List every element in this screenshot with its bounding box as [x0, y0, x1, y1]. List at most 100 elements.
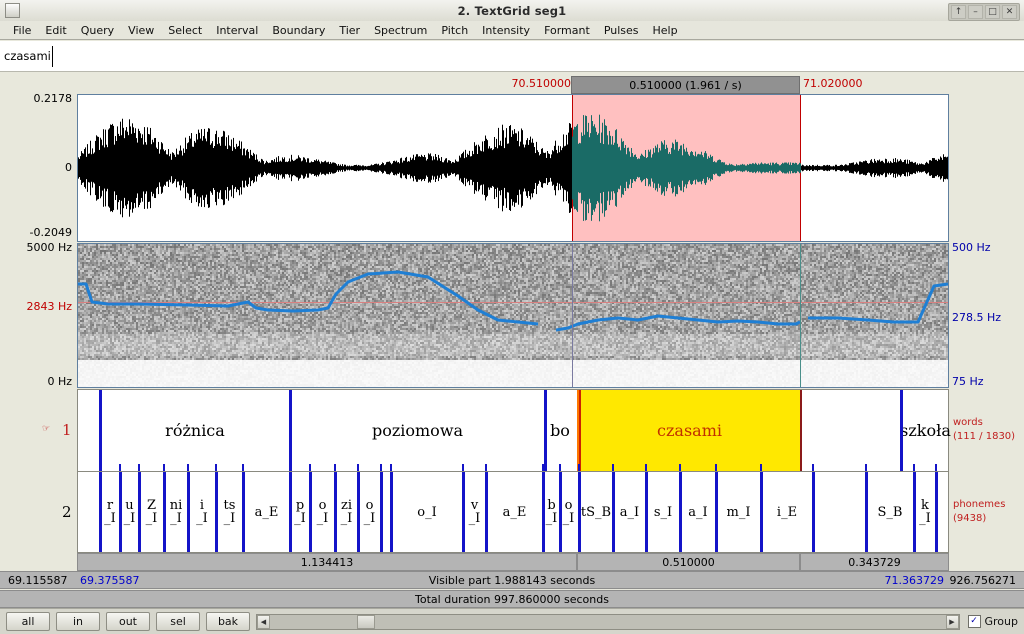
- menu-item-formant[interactable]: Formant: [537, 23, 597, 38]
- zoom-out-button[interactable]: out: [106, 612, 150, 631]
- menu-item-pulses[interactable]: Pulses: [597, 23, 646, 38]
- interval-boundary[interactable]: [119, 472, 122, 552]
- interval-boundary[interactable]: [679, 472, 682, 552]
- interval-boundary[interactable]: [645, 472, 648, 552]
- interval-cell[interactable]: [813, 472, 866, 552]
- interval-cell[interactable]: a_E: [243, 472, 290, 552]
- interval-boundary[interactable]: [542, 472, 545, 552]
- interval-cell[interactable]: m_I: [716, 472, 761, 552]
- tier-phonemes[interactable]: r _I u _I Z _I ni _I i _I ts _I a_E p _I o _I zi _I o _I o_I v…: [77, 471, 949, 553]
- horizontal-scrollbar[interactable]: ◀ ▶: [256, 613, 960, 630]
- rollup-button[interactable]: ↑: [951, 5, 966, 19]
- interval-cell[interactable]: u _I: [120, 472, 139, 552]
- interval-boundary[interactable]: [578, 472, 581, 552]
- tier-number-1[interactable]: 1: [62, 421, 72, 439]
- group-checkbox[interactable]: ✓: [967, 615, 981, 628]
- menu-item-file[interactable]: File: [6, 23, 38, 38]
- interval-boundary[interactable]: [812, 472, 815, 552]
- maximize-button[interactable]: □: [985, 5, 1000, 19]
- menu-item-query[interactable]: Query: [74, 23, 121, 38]
- menu-item-pitch[interactable]: Pitch: [434, 23, 475, 38]
- interval-boundary[interactable]: [800, 390, 802, 471]
- menu-item-help[interactable]: Help: [646, 23, 685, 38]
- close-button[interactable]: ✕: [1002, 5, 1017, 19]
- zoom-back-button[interactable]: bak: [206, 612, 250, 631]
- interval-boundary[interactable]: [485, 472, 488, 552]
- interval-boundary[interactable]: [138, 472, 141, 552]
- zoom-all-button[interactable]: all: [6, 612, 50, 631]
- interval-boundary[interactable]: [715, 472, 718, 552]
- selection-boundary-marker[interactable]: [579, 390, 581, 471]
- menu-item-intensity[interactable]: Intensity: [475, 23, 537, 38]
- menu-item-select[interactable]: Select: [161, 23, 209, 38]
- interval-boundary[interactable]: [900, 390, 903, 471]
- interval-cell[interactable]: i _I: [188, 472, 216, 552]
- interval-boundary[interactable]: [289, 472, 292, 552]
- interval-cell[interactable]: v _I: [463, 472, 486, 552]
- interval-cell[interactable]: o_I: [358, 472, 381, 552]
- menu-item-interval[interactable]: Interval: [209, 23, 265, 38]
- minimize-button[interactable]: –: [968, 5, 983, 19]
- scroll-left-icon[interactable]: ◀: [257, 614, 270, 629]
- spectrogram-panel[interactable]: [77, 243, 949, 388]
- interval-boundary[interactable]: [309, 472, 312, 552]
- interval-cell[interactable]: a_E: [486, 472, 543, 552]
- interval-cell[interactable]: ts _I: [216, 472, 243, 552]
- visible-end-time[interactable]: 71.363729: [885, 574, 945, 587]
- group-toggle[interactable]: ✓ Group: [967, 615, 1018, 628]
- interval-cell[interactable]: a_I: [613, 472, 646, 552]
- interval-cell[interactable]: o_I: [391, 472, 463, 552]
- interval-cell[interactable]: [936, 472, 950, 552]
- interval-boundary[interactable]: [187, 472, 190, 552]
- zoom-selection-button[interactable]: sel: [156, 612, 200, 631]
- interval-cell[interactable]: r _I: [100, 472, 120, 552]
- interval-boundary[interactable]: [559, 472, 562, 552]
- interval-cell[interactable]: S_B: [866, 472, 914, 552]
- waveform-panel[interactable]: [77, 94, 949, 242]
- menu-item-boundary[interactable]: Boundary: [265, 23, 332, 38]
- selection-duration-box[interactable]: 0.510000 (1.961 / s): [571, 76, 800, 94]
- interval-cell[interactable]: b _I: [543, 472, 560, 552]
- interval-boundary[interactable]: [334, 472, 337, 552]
- menu-item-tier[interactable]: Tier: [332, 23, 367, 38]
- interval-cell[interactable]: a_I: [680, 472, 716, 552]
- interval-cell[interactable]: poziomowa: [290, 390, 545, 471]
- tier-words[interactable]: różnica poziomowa bo czasami szkoła: [77, 389, 951, 471]
- interval-boundary[interactable]: [163, 472, 166, 552]
- tier-number-2[interactable]: 2: [62, 503, 72, 521]
- scrollbar-thumb[interactable]: [357, 614, 375, 629]
- interval-boundary[interactable]: [544, 390, 547, 471]
- interval-boundary[interactable]: [99, 390, 102, 471]
- interval-boundary[interactable]: [913, 472, 916, 552]
- interval-cell[interactable]: tS_B: [579, 472, 613, 552]
- interval-cell[interactable]: czasami: [578, 390, 801, 471]
- interval-cell[interactable]: Z _I: [139, 472, 164, 552]
- interval-cell[interactable]: szkoła: [900, 390, 951, 471]
- interval-boundary[interactable]: [760, 472, 763, 552]
- interval-boundary[interactable]: [380, 472, 383, 552]
- interval-cell[interactable]: o_I: [560, 472, 577, 552]
- interval-boundary[interactable]: [242, 472, 245, 552]
- interval-cell[interactable]: ni _I: [164, 472, 188, 552]
- scroll-right-icon[interactable]: ▶: [945, 614, 959, 629]
- interval-cell[interactable]: bo: [545, 390, 575, 471]
- interval-boundary[interactable]: [462, 472, 465, 552]
- interval-boundary[interactable]: [865, 472, 868, 552]
- interval-cell[interactable]: k _I: [914, 472, 936, 552]
- interval-cell[interactable]: i_E: [761, 472, 813, 552]
- interval-cell[interactable]: p _I: [290, 472, 310, 552]
- interval-cell[interactable]: s_I: [646, 472, 680, 552]
- interval-boundary[interactable]: [935, 472, 938, 552]
- interval-boundary[interactable]: [289, 390, 292, 471]
- interval-cell[interactable]: zi _I: [335, 472, 358, 552]
- menu-item-view[interactable]: View: [121, 23, 161, 38]
- interval-cell[interactable]: [801, 390, 901, 471]
- interval-cell[interactable]: [78, 472, 100, 552]
- interval-boundary[interactable]: [215, 472, 218, 552]
- interval-boundary[interactable]: [99, 472, 102, 552]
- zoom-in-button[interactable]: in: [56, 612, 100, 631]
- interval-boundary[interactable]: [390, 472, 393, 552]
- interval-text-field[interactable]: czasami: [0, 41, 1024, 72]
- menu-item-spectrum[interactable]: Spectrum: [367, 23, 434, 38]
- menu-item-edit[interactable]: Edit: [38, 23, 73, 38]
